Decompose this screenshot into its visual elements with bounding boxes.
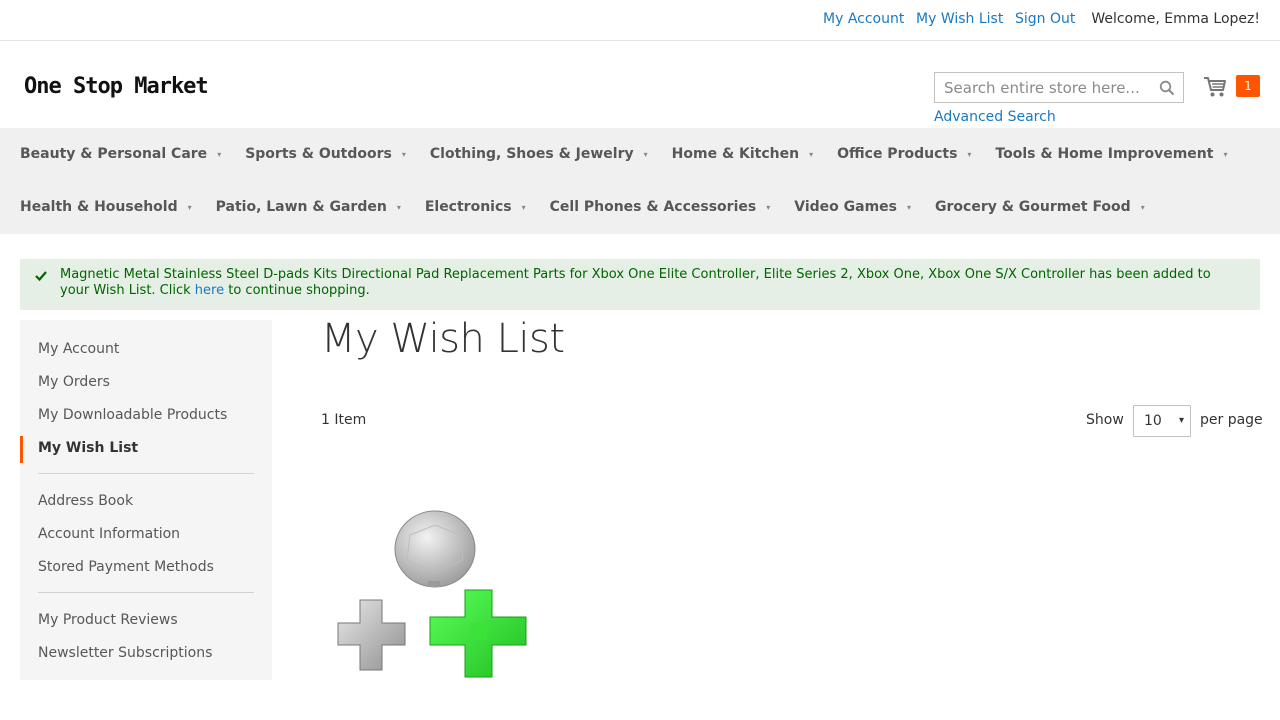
sidebar-item-my-downloadable-products[interactable]: My Downloadable Products — [20, 403, 272, 436]
search-input[interactable] — [935, 73, 1151, 102]
per-page-select[interactable]: 10 ▾ — [1133, 405, 1191, 437]
nav-item-label: Sports & Outdoors — [245, 146, 392, 162]
nav-item-label: Office Products — [837, 146, 958, 162]
sidebar-item-stored-payment-methods[interactable]: Stored Payment Methods — [20, 555, 272, 588]
search-icon[interactable] — [1159, 80, 1175, 96]
nav-item-electronics[interactable]: Electronics ▾ — [425, 199, 526, 215]
cart-icon[interactable] — [1203, 76, 1227, 98]
welcome-message: Welcome, Emma Lopez! — [1091, 11, 1260, 27]
nav-item-label: Video Games — [794, 199, 897, 215]
advanced-search-link[interactable]: Advanced Search — [934, 109, 1056, 125]
sidebar-divider — [38, 473, 254, 474]
nav-item-label: Beauty & Personal Care — [20, 146, 208, 162]
sidebar-item-newsletter-subscriptions[interactable]: Newsletter Subscriptions — [20, 641, 272, 674]
top-link-sign-out[interactable]: Sign Out — [1015, 11, 1075, 27]
nav-item-health-and-household[interactable]: Health & Household ▾ — [20, 199, 192, 215]
account-sidebar: My Account My Orders My Downloadable Produ… — [20, 320, 272, 680]
show-label: Show — [1086, 412, 1124, 428]
sidebar-item-account-information[interactable]: Account Information — [20, 522, 272, 555]
chevron-down-icon: ▾ — [1223, 149, 1228, 159]
nav-item-grocery-and-gourmet-food[interactable]: Grocery & Gourmet Food ▾ — [935, 199, 1145, 215]
nav-item-label: Clothing, Shoes & Jewelry — [429, 146, 634, 162]
nav-item-label: Health & Household — [20, 199, 178, 215]
chevron-down-icon: ▾ — [521, 202, 526, 212]
page-title: My Wish List — [321, 316, 565, 362]
nav-item-office-products[interactable]: Office Products ▾ — [837, 146, 971, 162]
sidebar-item-my-product-reviews[interactable]: My Product Reviews — [20, 608, 272, 641]
chevron-down-icon: ▾ — [187, 202, 192, 212]
sidebar-item-my-orders[interactable]: My Orders — [20, 370, 272, 403]
checkmark-icon — [35, 271, 47, 282]
chevron-down-icon: ▾ — [396, 202, 401, 212]
continue-shopping-link[interactable]: here — [195, 283, 224, 298]
nav-item-patio-lawn-and-garden[interactable]: Patio, Lawn & Garden ▾ — [216, 199, 401, 215]
nav-item-label: Home & Kitchen — [671, 146, 800, 162]
chevron-down-icon: ▾ — [1178, 415, 1184, 426]
nav-item-video-games[interactable]: Video Games ▾ — [794, 199, 911, 215]
nav-item-label: Grocery & Gourmet Food — [935, 199, 1131, 215]
chevron-down-icon: ▾ — [967, 149, 972, 159]
per-page-label: per page — [1200, 412, 1263, 428]
nav-item-sports-and-outdoors[interactable]: Sports & Outdoors ▾ — [245, 146, 406, 162]
chevron-down-icon: ▾ — [766, 202, 771, 212]
item-count: 1 Item — [321, 412, 367, 428]
per-page-value: 10 — [1144, 413, 1162, 429]
product-image[interactable] — [330, 505, 545, 690]
nav-item-tools-and-home-improvement[interactable]: Tools & Home Improvement ▾ — [995, 146, 1227, 162]
nav-item-label: Electronics — [424, 199, 512, 215]
chevron-down-icon: ▾ — [217, 149, 222, 159]
chevron-down-icon: ▾ — [907, 202, 912, 212]
chevron-down-icon: ▾ — [643, 149, 648, 159]
nav-row-1: Beauty & Personal Care ▾ Sports & Outdoors… — [20, 146, 1251, 162]
sidebar-item-my-account[interactable]: My Account — [20, 337, 272, 370]
top-link-my-account[interactable]: My Account — [823, 11, 904, 27]
sidebar-item-my-wish-list[interactable]: My Wish List — [20, 436, 272, 469]
nav-item-beauty-and-personal-care[interactable]: Beauty & Personal Care ▾ — [20, 146, 221, 162]
sidebar-item-address-book[interactable]: Address Book — [20, 489, 272, 522]
category-nav: Beauty & Personal Care ▾ Sports & Outdoors… — [0, 128, 1280, 234]
nav-item-label: Tools & Home Improvement — [995, 146, 1214, 162]
chevron-down-icon: ▾ — [809, 149, 814, 159]
nav-item-label: Cell Phones & Accessories — [549, 199, 757, 215]
sidebar-divider — [38, 592, 254, 593]
nav-row-2: Health & Household ▾ Patio, Lawn & Garden ▾… — [20, 199, 1169, 215]
chevron-down-icon: ▾ — [1140, 202, 1145, 212]
chevron-down-icon: ▾ — [401, 149, 406, 159]
nav-item-home-and-kitchen[interactable]: Home & Kitchen ▾ — [672, 146, 813, 162]
search-box — [934, 72, 1184, 103]
nav-item-clothing-shoes-and-jewelry[interactable]: Clothing, Shoes & Jewelry ▾ — [430, 146, 648, 162]
top-links-bar: My Account My Wish List Sign Out Welcome… — [0, 0, 1280, 41]
nav-item-label: Patio, Lawn & Garden — [215, 199, 387, 215]
top-link-my-wish-list[interactable]: My Wish List — [916, 11, 1003, 27]
nav-item-cell-phones-and-accessories[interactable]: Cell Phones & Accessories ▾ — [550, 199, 771, 215]
message-suffix: to continue shopping. — [228, 283, 370, 298]
success-message: Magnetic Metal Stainless Steel D-pads Ki… — [20, 259, 1260, 310]
cart-count-badge[interactable]: 1 — [1236, 75, 1260, 97]
store-logo[interactable]: One Stop Market — [24, 74, 209, 99]
